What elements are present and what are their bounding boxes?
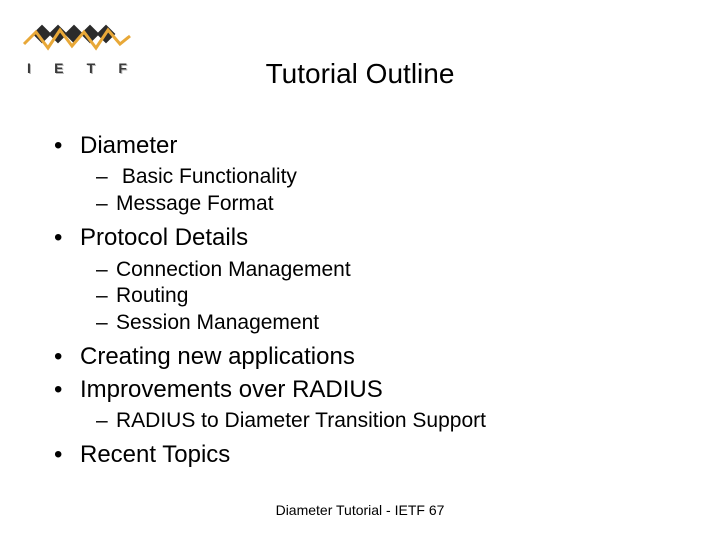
bullet-text: Protocol Details: [80, 224, 248, 251]
slide-body: Diameter Basic Functionality Message For…: [54, 130, 680, 471]
slide-title: Tutorial Outline: [0, 58, 720, 90]
sub-bullet: Message Format: [96, 191, 680, 218]
bullet-item: Recent Topics: [54, 439, 680, 471]
sub-bullet: Basic Functionality: [96, 164, 680, 191]
sub-list: Basic Functionality Message Format: [54, 164, 680, 218]
bullet-item: Diameter Basic Functionality Message For…: [54, 130, 680, 218]
bullet-text: Recent Topics: [80, 441, 230, 468]
bullet-item: Protocol Details Connection Management R…: [54, 222, 680, 337]
sub-list: RADIUS to Diameter Transition Support: [54, 408, 680, 435]
bullet-text: Creating new applications: [80, 343, 355, 370]
outline-list: Diameter Basic Functionality Message For…: [54, 130, 680, 471]
bullet-item: Improvements over RADIUS RADIUS to Diame…: [54, 374, 680, 435]
bullet-text: Diameter: [80, 132, 177, 159]
sub-list: Connection Management Routing Session Ma…: [54, 257, 680, 338]
ietf-logo-graphic: [22, 22, 132, 56]
slide-footer: Diameter Tutorial - IETF 67: [0, 502, 720, 518]
sub-bullet: Routing: [96, 283, 680, 310]
bullet-text: Improvements over RADIUS: [80, 376, 383, 403]
sub-bullet: RADIUS to Diameter Transition Support: [96, 408, 680, 435]
bullet-item: Creating new applications: [54, 341, 680, 373]
sub-bullet: Connection Management: [96, 257, 680, 284]
sub-bullet: Session Management: [96, 310, 680, 337]
